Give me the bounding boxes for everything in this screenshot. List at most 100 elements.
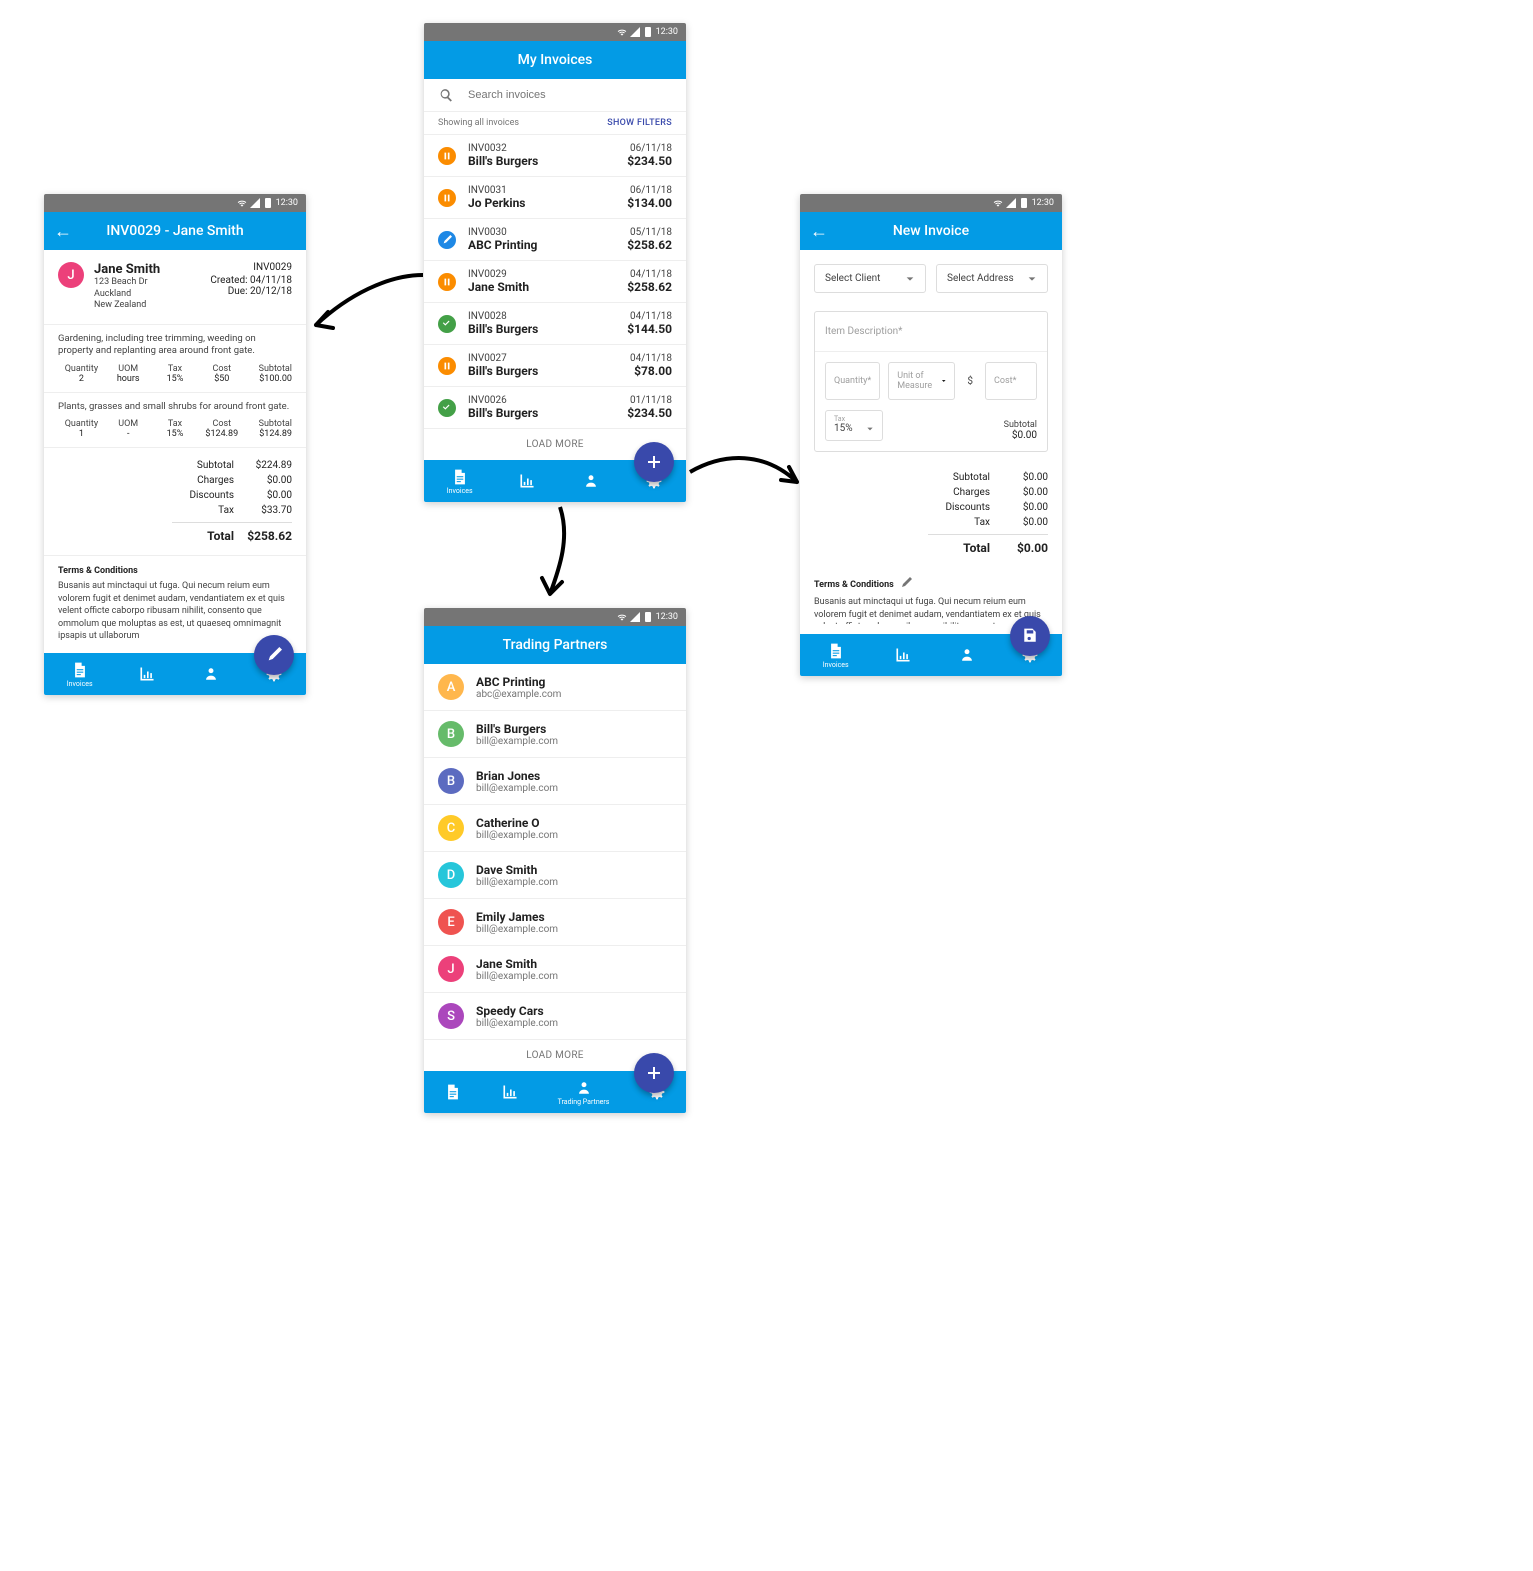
partner-row[interactable]: E Emily Jamesbill@example.com [424, 899, 686, 946]
nav-invoices[interactable]: Invoices [67, 661, 93, 688]
search-input[interactable] [468, 89, 672, 101]
uom-select[interactable]: Unit of Measure [888, 362, 955, 400]
edit-terms-button[interactable] [900, 577, 912, 592]
partner-row[interactable]: J Jane Smithbill@example.com [424, 946, 686, 993]
invoice-amount: $258.62 [627, 280, 672, 294]
invoice-row[interactable]: INV0028Bill's Burgers 04/11/18$144.50 [424, 303, 686, 345]
select-address[interactable]: Select Address [936, 264, 1048, 293]
status-bar: 12:30 [424, 608, 686, 626]
partner-name: Catherine O [476, 816, 558, 830]
fab-add-invoice[interactable] [634, 442, 674, 482]
partner-name: Dave Smith [476, 863, 558, 877]
person-icon [575, 1079, 593, 1097]
invoice-row[interactable]: INV0032Bill's Burgers 06/11/18$234.50 [424, 135, 686, 177]
partner-row[interactable]: S Speedy Carsbill@example.com [424, 993, 686, 1040]
signal-icon [250, 198, 260, 208]
nav-partners[interactable] [958, 646, 976, 664]
select-client[interactable]: Select Client [814, 264, 926, 293]
item-description-input[interactable]: Item Description* [815, 312, 1047, 352]
tax-select[interactable]: Tax 15% [825, 410, 883, 441]
search-bar[interactable] [424, 79, 686, 112]
invoice-amount: $144.50 [627, 322, 672, 336]
partner-row[interactable]: C Catherine Obill@example.com [424, 805, 686, 852]
fab-add-partner[interactable] [634, 1053, 674, 1093]
status-bar: 12:30 [800, 194, 1062, 212]
nav-invoices[interactable]: Invoices [447, 468, 473, 495]
partner-avatar: J [438, 956, 464, 982]
edit-icon [442, 235, 452, 245]
nav-partners[interactable] [582, 472, 600, 490]
invoice-row[interactable]: INV0029Jane Smith 04/11/18$258.62 [424, 261, 686, 303]
invoice-client: ABC Printing [468, 238, 627, 252]
plus-icon [644, 452, 664, 472]
currency-label: $ [963, 362, 977, 400]
flow-arrow-icon [530, 502, 580, 602]
invoice-client: Jo Perkins [468, 196, 627, 210]
partner-name: Emily James [476, 910, 558, 924]
partner-row[interactable]: A ABC Printingabc@example.com [424, 664, 686, 711]
invoice-row[interactable]: INV0026Bill's Burgers 01/11/18$234.50 [424, 387, 686, 429]
partner-name: ABC Printing [476, 675, 561, 689]
invoice-code: INV0029 [468, 269, 627, 280]
line-item-card: Item Description* Quantity* Unit of Meas… [814, 311, 1048, 452]
app-bar: My Invoices [424, 41, 686, 79]
battery-icon [1019, 198, 1029, 208]
status-badge [438, 231, 456, 249]
nav-reports[interactable] [501, 1083, 519, 1101]
invoice-client: Jane Smith [468, 280, 627, 294]
app-bar: ← INV0029 - Jane Smith [44, 212, 306, 250]
back-button[interactable]: ← [810, 221, 828, 242]
quantity-input[interactable]: Quantity* [825, 362, 880, 400]
save-icon [1021, 627, 1039, 645]
status-bar: 12:30 [424, 23, 686, 41]
caret-down-icon [905, 274, 915, 284]
totals-block: Subtotal$224.89 Charges$0.00 Discounts$0… [44, 448, 306, 556]
nav-invoices[interactable] [444, 1083, 462, 1101]
status-badge [438, 399, 456, 417]
invoice-row[interactable]: INV0027Bill's Burgers 04/11/18$78.00 [424, 345, 686, 387]
nav-reports[interactable] [518, 472, 536, 490]
wifi-icon [617, 612, 627, 622]
partner-email: bill@example.com [476, 1018, 558, 1029]
person-icon [202, 665, 220, 683]
invoice-amount: $234.50 [627, 406, 672, 420]
search-icon [438, 87, 454, 103]
page-title: Trading Partners [503, 637, 608, 653]
nav-reports[interactable] [138, 665, 156, 683]
invoice-row[interactable]: INV0031Jo Perkins 06/11/18$134.00 [424, 177, 686, 219]
invoice-code: INV0026 [468, 395, 627, 406]
document-icon [444, 1083, 462, 1101]
fab-save-invoice[interactable] [1010, 616, 1050, 656]
line-description: Plants, grasses and small shrubs for aro… [58, 401, 292, 413]
total-value: $0.00 [1000, 539, 1048, 557]
pause-icon [442, 193, 452, 203]
cost-input[interactable]: Cost* [985, 362, 1037, 400]
client-name: Jane Smith [94, 262, 210, 277]
invoice-code: INV0031 [468, 185, 627, 196]
partner-avatar: D [438, 862, 464, 888]
partner-avatar: S [438, 1003, 464, 1029]
plus-icon [644, 1063, 664, 1083]
partner-avatar: B [438, 768, 464, 794]
person-icon [958, 646, 976, 664]
page-title: INV0029 - Jane Smith [106, 223, 243, 239]
nav-partners[interactable] [202, 665, 220, 683]
client-avatar: J [58, 262, 84, 288]
partner-name: Bill's Burgers [476, 722, 558, 736]
nav-partners[interactable]: Trading Partners [558, 1079, 610, 1106]
status-badge [438, 147, 456, 165]
partner-row[interactable]: D Dave Smithbill@example.com [424, 852, 686, 899]
show-filters-button[interactable]: SHOW FILTERS [607, 118, 672, 128]
nav-reports[interactable] [894, 646, 912, 664]
fab-edit-invoice[interactable] [254, 635, 294, 675]
document-icon [827, 642, 845, 660]
invoice-date: 01/11/18 [627, 395, 672, 406]
invoice-row[interactable]: INV0030ABC Printing 05/11/18$258.62 [424, 219, 686, 261]
partner-row[interactable]: B Brian Jonesbill@example.com [424, 758, 686, 805]
invoice-amount: $258.62 [627, 238, 672, 252]
terms-heading: Terms & Conditions [58, 566, 292, 576]
chart-icon [138, 665, 156, 683]
back-button[interactable]: ← [54, 221, 72, 242]
partner-row[interactable]: B Bill's Burgersbill@example.com [424, 711, 686, 758]
nav-invoices[interactable]: Invoices [823, 642, 849, 669]
